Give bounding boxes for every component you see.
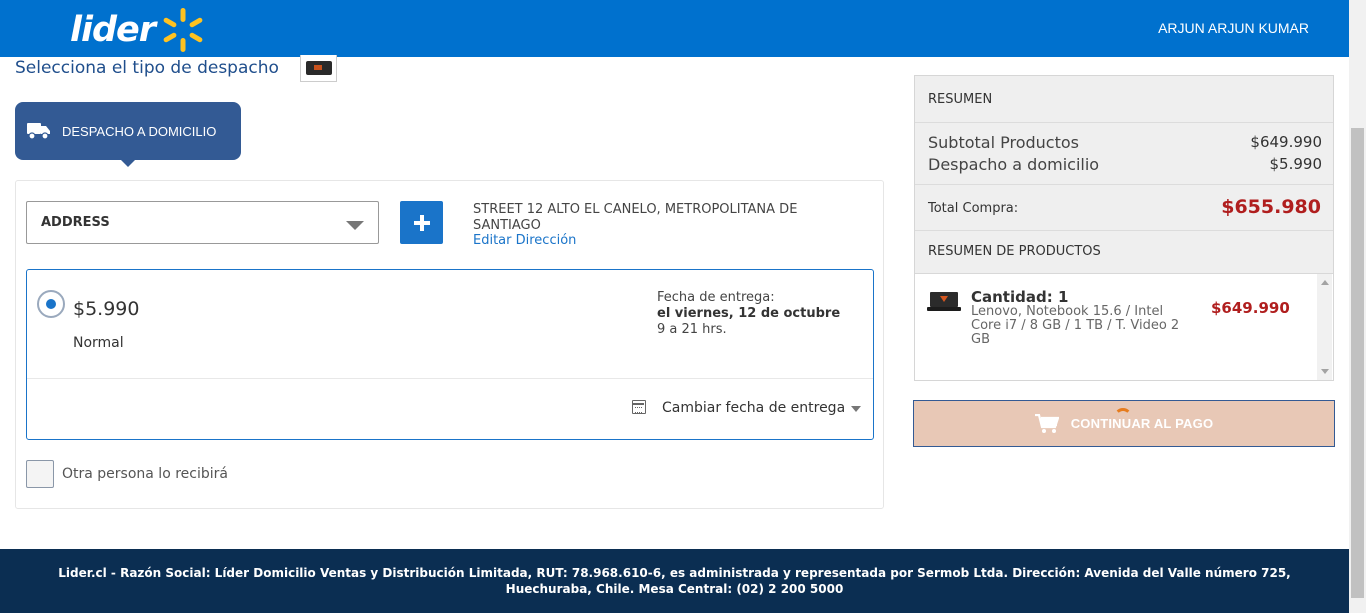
- product-list-scrollbar[interactable]: [1317, 274, 1332, 380]
- delivery-date-value: el viernes, 12 de octubre: [657, 306, 841, 321]
- divider: [915, 230, 1333, 231]
- delivery-hours: 9 a 21 hrs.: [657, 322, 727, 337]
- site-header: lider ARJUN ARJUN KUMAR: [0, 0, 1349, 57]
- page-scrollbar[interactable]: [1349, 0, 1366, 613]
- divider: [915, 122, 1333, 123]
- shipping-type: Normal: [73, 335, 124, 351]
- order-summary: RESUMEN Subtotal Productos $649.990 Desp…: [914, 75, 1334, 381]
- laptop-thumbnail-icon: [305, 61, 332, 75]
- shipping-option-radio[interactable]: [37, 290, 65, 318]
- page-title: Selecciona el tipo de despacho: [15, 58, 279, 78]
- product-description: Lenovo, Notebook 15.6 / Intel Core i7 / …: [971, 304, 1180, 347]
- cart-icon: [1034, 413, 1059, 433]
- other-person-label[interactable]: Otra persona lo recibirá: [62, 466, 228, 482]
- subtotal-value: $649.990: [1250, 133, 1322, 151]
- subtotal-label: Subtotal Productos: [928, 133, 1079, 152]
- delivery-tab-label: DESPACHO A DOMICILIO: [62, 123, 217, 139]
- chevron-down-icon[interactable]: [851, 406, 861, 412]
- other-person-checkbox[interactable]: [26, 460, 54, 488]
- laptop-product-image: [927, 292, 961, 311]
- site-footer: Lider.cl - Razón Social: Líder Domicilio…: [0, 549, 1349, 613]
- shipping-row: Despacho a domicilio $5.990: [928, 155, 1322, 174]
- plus-icon: [413, 214, 430, 231]
- shipping-price: $5.990: [73, 298, 140, 320]
- chevron-down-icon: [346, 221, 364, 230]
- products-heading: RESUMEN DE PRODUCTOS: [928, 244, 1101, 259]
- scroll-down-icon[interactable]: [1321, 369, 1329, 374]
- address-text: STREET 12 ALTO EL CANELO, METROPOLITANA …: [473, 202, 798, 233]
- product-price: $649.990: [1211, 299, 1290, 317]
- shipping-option-card[interactable]: $5.990 Normal Fecha de entrega: el viern…: [26, 269, 874, 440]
- divider: [27, 378, 873, 379]
- address-select[interactable]: ADDRESS: [26, 201, 379, 244]
- calendar-icon: [632, 400, 646, 414]
- loading-spinner-icon: [1114, 408, 1132, 426]
- lider-logo[interactable]: lider: [70, 8, 207, 52]
- cart-thumbnail: [300, 55, 337, 82]
- change-date-dropdown[interactable]: Cambiar fecha de entrega: [662, 400, 845, 416]
- total-label: Total Compra:: [928, 201, 1019, 216]
- product-list: Cantidad: 1 Lenovo, Notebook 15.6 / Inte…: [915, 273, 1333, 380]
- divider: [915, 184, 1333, 185]
- add-address-button[interactable]: [400, 201, 443, 244]
- logo-text: lider: [70, 10, 156, 50]
- scrollbar-thumb[interactable]: [1351, 128, 1364, 598]
- truck-icon: [27, 123, 50, 140]
- edit-address-link[interactable]: Editar Dirección: [473, 233, 576, 248]
- continue-to-payment-button[interactable]: CONTINUAR AL PAGO: [913, 400, 1335, 447]
- address-select-value: ADDRESS: [41, 215, 110, 230]
- total-value: $655.980: [1221, 196, 1321, 218]
- delivery-type-tab[interactable]: DESPACHO A DOMICILIO: [15, 102, 241, 167]
- shipping-panel: ADDRESS STREET 12 ALTO EL CANELO, METROP…: [15, 180, 884, 509]
- continue-button-label: CONTINUAR AL PAGO: [1070, 416, 1214, 431]
- shipping-cost-value: $5.990: [1269, 155, 1323, 173]
- shipping-cost-label: Despacho a domicilio: [928, 155, 1100, 174]
- delivery-date-label: Fecha de entrega:: [657, 290, 775, 305]
- user-name-link[interactable]: ARJUN ARJUN KUMAR: [1158, 20, 1309, 36]
- spark-icon: [163, 8, 203, 52]
- summary-heading: RESUMEN: [928, 92, 993, 107]
- subtotal-row: Subtotal Productos $649.990: [928, 133, 1322, 152]
- scroll-up-icon[interactable]: [1321, 280, 1329, 285]
